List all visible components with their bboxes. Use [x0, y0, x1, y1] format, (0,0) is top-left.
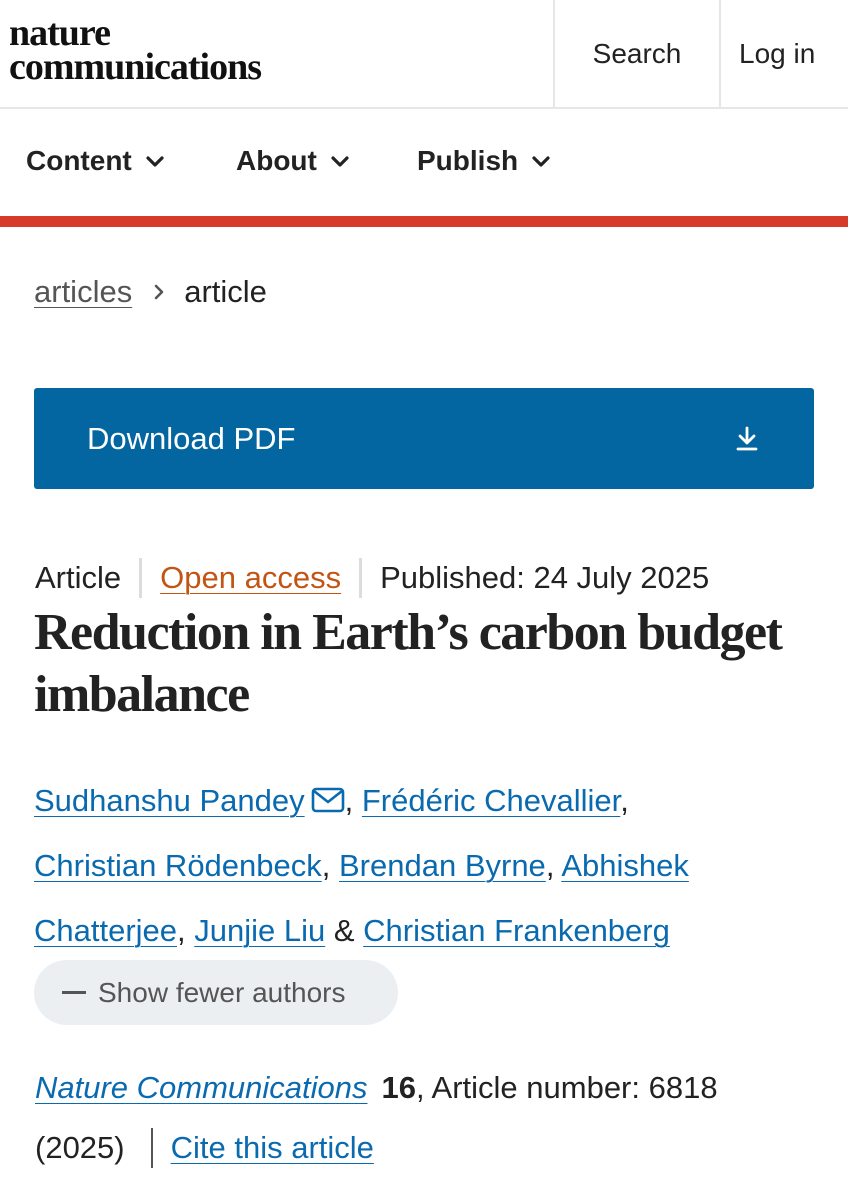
author-separator: , [620, 783, 629, 818]
open-access-link[interactable]: Open access [160, 560, 341, 596]
citation-line: Nature Communications 16, Article number:… [35, 1070, 718, 1106]
cite-this-article-link[interactable]: Cite this article [171, 1130, 374, 1166]
main-nav: Content About Publish [0, 111, 848, 216]
login-button[interactable]: Log in [719, 0, 848, 107]
chevron-down-icon [331, 156, 349, 167]
nav-about-label: About [236, 145, 317, 176]
search-button[interactable]: Search [553, 0, 719, 107]
site-header: nature communications Search Log in [0, 0, 848, 109]
author-link[interactable]: Christian Rödenbeck [34, 848, 322, 883]
journal-logo[interactable]: nature communications [9, 12, 262, 88]
chevron-down-icon [532, 156, 550, 167]
breadcrumb-current: article [184, 274, 267, 309]
article-number: , Article number: 6818 [416, 1070, 718, 1105]
author-separator: , [321, 848, 339, 883]
accent-divider [0, 216, 848, 227]
download-icon [736, 426, 758, 451]
nav-content-label: Content [26, 145, 132, 176]
author-link[interactable]: Junjie Liu [194, 913, 325, 948]
logo-line-2: communications [9, 46, 262, 88]
minus-icon [62, 991, 86, 994]
logo-line-1: nature [9, 12, 111, 54]
author-link[interactable]: Brendan Byrne [339, 848, 546, 883]
show-fewer-label: Show fewer authors [98, 976, 346, 1008]
publication-year: (2025) [35, 1130, 125, 1165]
author-separator: , [177, 913, 195, 948]
volume-number: 16 [381, 1070, 417, 1105]
author-link[interactable]: Sudhanshu Pandey [34, 783, 305, 818]
article-type: Article [35, 560, 122, 595]
author-separator: , [545, 848, 562, 883]
breadcrumb-articles-link[interactable]: articles [34, 274, 132, 310]
chevron-down-icon [146, 156, 164, 167]
author-link[interactable]: Frédéric Chevallier [362, 783, 620, 818]
mail-icon[interactable] [311, 787, 345, 813]
published-date: Published: 24 July 2025 [380, 560, 710, 595]
citation-divider [150, 1128, 153, 1168]
nav-publish[interactable]: Publish [417, 145, 552, 177]
nav-about[interactable]: About [236, 145, 351, 177]
author-separator: & [325, 913, 364, 948]
nav-publish-label: Publish [417, 145, 519, 176]
nav-content[interactable]: Content [26, 145, 166, 177]
article-title: Reduction in Earth’s carbon budget imbal… [34, 604, 783, 723]
author-list: Sudhanshu Pandey, Frédéric Chevallier, C… [34, 768, 814, 963]
article-meta: Article Open access Published: 24 July 2… [35, 558, 709, 598]
meta-divider [359, 558, 363, 598]
meta-divider [139, 558, 143, 598]
chevron-right-icon [154, 284, 164, 300]
author-link[interactable]: Christian Frankenberg [363, 913, 670, 948]
journal-link[interactable]: Nature Communications [35, 1070, 368, 1105]
author-separator: , [344, 783, 362, 818]
download-pdf-button[interactable]: Download PDF [34, 388, 814, 489]
show-fewer-authors-button[interactable]: Show fewer authors [34, 960, 398, 1025]
breadcrumb: articles article [34, 274, 267, 310]
download-pdf-label: Download PDF [87, 420, 296, 456]
citation-year-line: (2025) Cite this article [35, 1128, 374, 1168]
